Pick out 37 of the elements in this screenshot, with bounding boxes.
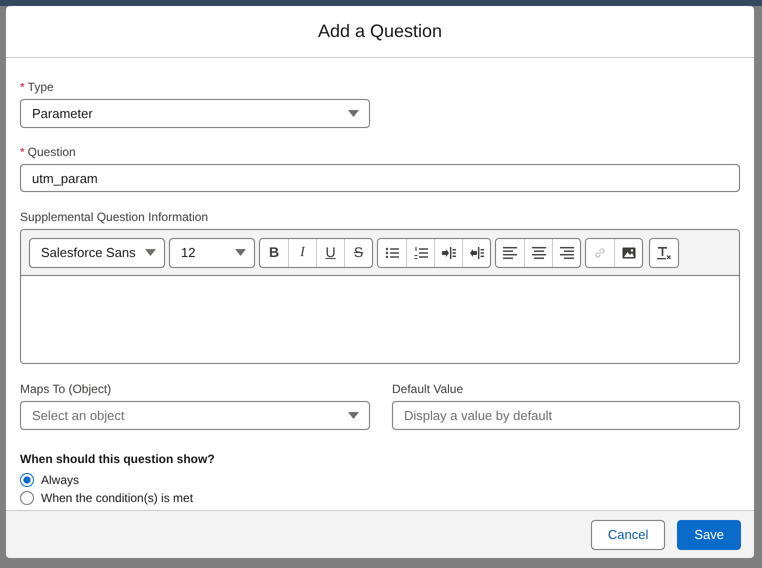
caret-icon bbox=[145, 249, 156, 256]
type-select[interactable]: Parameter bbox=[20, 99, 370, 128]
image-icon bbox=[622, 246, 636, 260]
link-icon bbox=[593, 246, 607, 260]
radio-button[interactable] bbox=[20, 473, 34, 487]
image-button[interactable] bbox=[614, 238, 642, 266]
size-select[interactable]: 12 bbox=[169, 238, 255, 268]
field-label: Maps To (Object) bbox=[20, 381, 112, 398]
align-right-button[interactable] bbox=[552, 238, 580, 266]
font-select[interactable]: Salesforce Sans bbox=[29, 238, 165, 268]
caret-icon bbox=[235, 249, 246, 256]
outdent-icon bbox=[470, 246, 484, 260]
caret-icon bbox=[348, 110, 359, 117]
caret-icon bbox=[348, 412, 359, 419]
field-label: * Question bbox=[20, 144, 76, 161]
radio-label[interactable]: Always bbox=[41, 471, 80, 489]
cancel-button[interactable]: Cancel bbox=[590, 520, 666, 550]
bulleted-list-icon bbox=[385, 246, 399, 260]
field-label: * Type bbox=[20, 79, 54, 96]
radio-button[interactable] bbox=[20, 491, 34, 505]
field-label: Supplemental Question Information bbox=[20, 209, 208, 226]
indent-icon bbox=[442, 246, 456, 260]
strike-button[interactable]: S bbox=[344, 238, 372, 266]
field-label: Default Value bbox=[392, 381, 464, 398]
numbered-list-icon bbox=[414, 246, 428, 260]
align-center-icon bbox=[532, 246, 546, 260]
dialog-title: Add a Question bbox=[318, 20, 442, 43]
align-left-icon bbox=[503, 246, 517, 260]
radio-label[interactable]: When the condition(s) is met bbox=[41, 489, 194, 507]
object-select[interactable]: Select an object bbox=[20, 401, 370, 430]
outdent-button[interactable] bbox=[462, 238, 490, 266]
align-right-icon bbox=[560, 246, 574, 260]
clear-formatting-icon bbox=[657, 246, 671, 260]
save-button[interactable]: Save bbox=[677, 520, 741, 550]
default-value-input[interactable]: Display a value by default bbox=[392, 401, 740, 430]
question-input[interactable]: utm_param bbox=[20, 164, 740, 192]
question-heading: When should this question show? bbox=[20, 451, 216, 468]
